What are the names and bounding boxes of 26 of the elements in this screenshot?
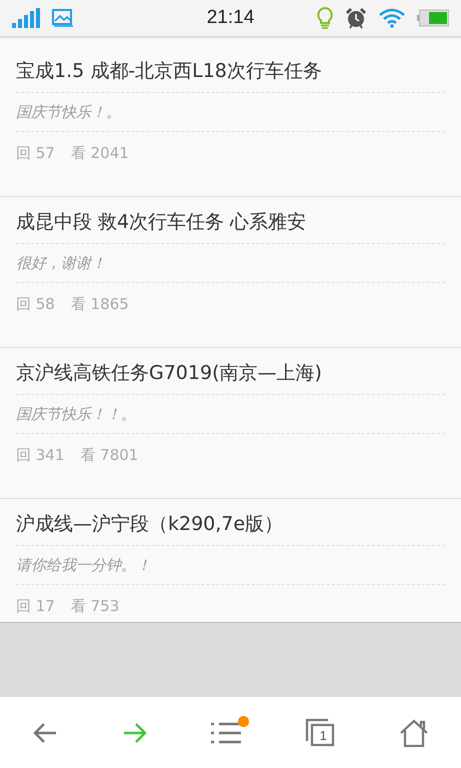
reply-count: 回 58 <box>16 295 55 314</box>
clock-time: 21:14 <box>206 7 254 29</box>
home-icon <box>399 718 430 746</box>
windows-button[interactable]: 1 <box>301 714 340 752</box>
reply-count: 回 17 <box>16 597 55 616</box>
alarm-clock-icon <box>345 7 367 29</box>
post-title[interactable]: 成昆中段 救4次行车任务 心系雅安 <box>16 197 445 244</box>
menu-icon <box>211 720 242 746</box>
image-icon <box>52 9 74 27</box>
wifi-icon <box>379 8 405 28</box>
reply-count: 回 341 <box>16 446 64 465</box>
last-reply-text: 很好，谢谢！ <box>16 244 445 283</box>
signal-icon <box>12 8 42 28</box>
view-count: 看 753 <box>70 597 120 616</box>
post-title[interactable]: 沪成线—沪宁段（k290,7e版） <box>16 499 445 546</box>
last-reply-text: 请你给我一分钟。！ <box>16 546 445 585</box>
last-reply-text: 国庆节快乐！。 <box>16 93 445 132</box>
post-title[interactable]: 京沪线高铁任务G7019(南京—上海) <box>16 348 445 395</box>
reply-count: 回 57 <box>16 144 55 163</box>
view-count: 看 2041 <box>70 144 129 163</box>
view-count: 看 1865 <box>70 295 129 314</box>
battery-icon <box>417 9 449 27</box>
post-title[interactable]: 宝成1.5 成都-北京西L18次行车任务 <box>16 46 445 93</box>
last-reply-text: 国庆节快乐！！。 <box>16 395 445 434</box>
view-count: 看 7801 <box>80 446 138 465</box>
lightbulb-icon <box>317 7 333 29</box>
